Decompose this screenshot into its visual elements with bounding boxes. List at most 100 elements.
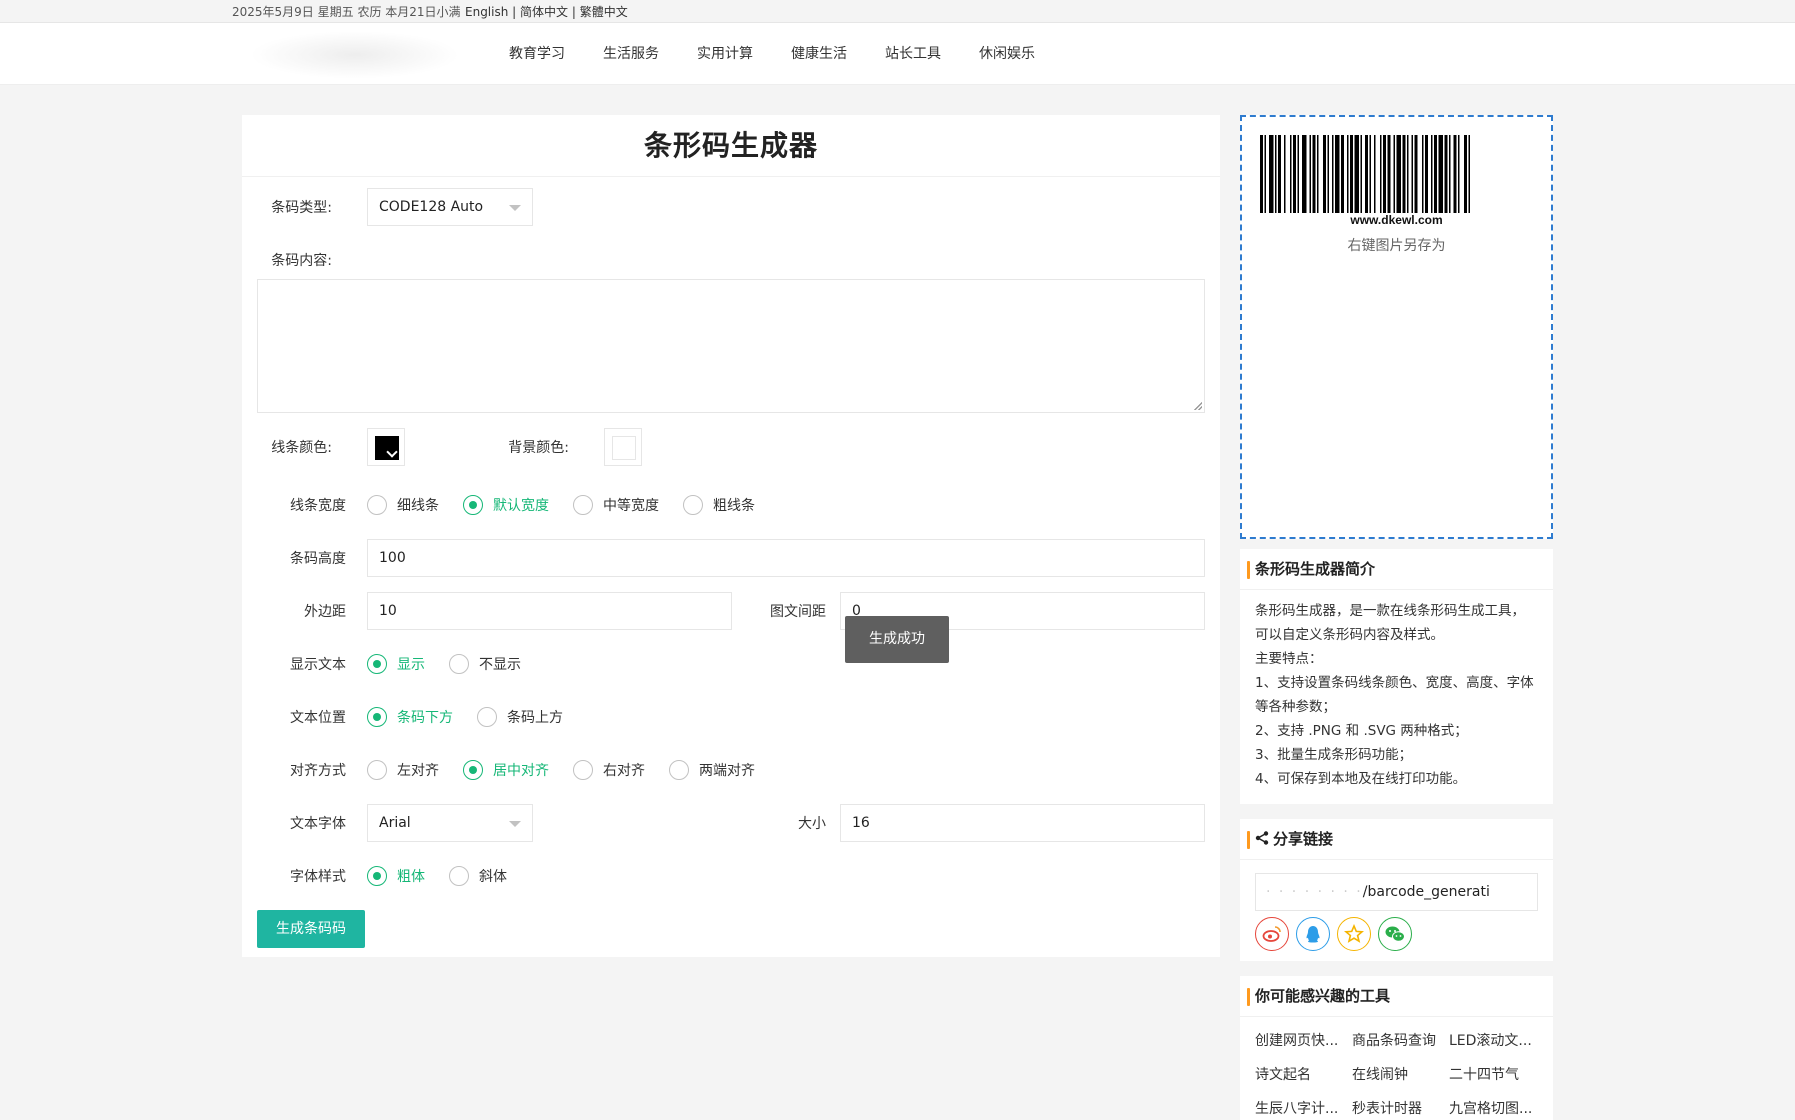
radio-align-right[interactable]: 右对齐 <box>573 760 645 780</box>
top-info-bar: 2025年5月9日 星期五 农历 本月21日小满 English | 简体中文 … <box>0 0 1795 23</box>
tool-link[interactable]: LED滚动文... <box>1449 1030 1545 1052</box>
nav-item-entertainment[interactable]: 休闲娱乐 <box>960 23 1054 85</box>
align-radio-group: 左对齐 居中对齐 右对齐 两端对齐 <box>367 760 779 780</box>
bg-color-picker[interactable] <box>604 428 642 466</box>
text-position-label: 文本位置 <box>290 710 346 726</box>
radio-circle-icon <box>683 495 703 515</box>
radio-label: 斜体 <box>479 869 507 885</box>
blurred-url-prefix: · · · · · · · · <box>1266 884 1363 900</box>
page-title: 条形码生成器 <box>242 115 1220 177</box>
barcode-bar <box>1387 135 1391 213</box>
lang-simplified-link[interactable]: 简体中文 <box>520 5 568 19</box>
chevron-down-icon <box>386 446 398 458</box>
show-text-radio-group: 显示 不显示 <box>367 654 545 674</box>
radio-text-above[interactable]: 条码上方 <box>477 707 563 727</box>
tool-link[interactable]: 二十四节气 <box>1449 1064 1545 1086</box>
barcode-preview-panel: www.dkewl.com 右键图片另存为 <box>1240 115 1553 539</box>
save-hint-text: 右键图片另存为 <box>1347 238 1446 254</box>
radio-circle-icon <box>573 495 593 515</box>
radio-width-thick[interactable]: 粗线条 <box>683 495 755 515</box>
nav-item-life-services[interactable]: 生活服务 <box>584 23 678 85</box>
radio-bold[interactable]: 粗体 <box>367 866 425 886</box>
share-url-input[interactable]: · · · · · · · ·/barcode_generati <box>1255 873 1538 911</box>
radio-circle-icon <box>367 866 387 886</box>
barcode-type-select[interactable]: CODE128 Auto <box>367 188 533 226</box>
margin-label: 外边距 <box>304 604 346 620</box>
font-select[interactable]: Arial <box>367 804 533 842</box>
height-label: 条码高度 <box>290 551 346 567</box>
tool-link[interactable]: 秒表计时器 <box>1352 1098 1449 1120</box>
barcode-content-textarea[interactable] <box>257 279 1205 413</box>
barcode-height-input[interactable]: 100 <box>367 539 1205 577</box>
wechat-icon[interactable] <box>1378 917 1412 951</box>
lang-english-link[interactable]: English <box>465 5 508 19</box>
barcode-bar <box>1393 135 1395 213</box>
radio-width-default[interactable]: 默认宽度 <box>463 495 549 515</box>
barcode-bar <box>1297 135 1299 213</box>
radio-label: 显示 <box>397 657 425 673</box>
margin-input[interactable]: 10 <box>367 592 732 630</box>
related-heading: 你可能感兴趣的工具 <box>1240 976 1553 1017</box>
radio-align-justify[interactable]: 两端对齐 <box>669 760 755 780</box>
site-logo[interactable] <box>250 31 460 79</box>
radio-circle-icon <box>449 654 469 674</box>
barcode-bar <box>1260 135 1263 213</box>
intro-heading: 条形码生成器简介 <box>1240 549 1553 590</box>
font-size-input[interactable]: 16 <box>840 804 1205 842</box>
radio-text-below[interactable]: 条码下方 <box>367 707 453 727</box>
tool-link[interactable]: 商品条码查询 <box>1352 1030 1449 1052</box>
tool-link[interactable]: 在线闹钟 <box>1352 1064 1449 1086</box>
barcode-caption: www.dkewl.com <box>1350 213 1443 227</box>
nav-item-calculators[interactable]: 实用计算 <box>678 23 772 85</box>
qzone-icon[interactable] <box>1337 917 1371 951</box>
barcode-bar <box>1290 135 1292 213</box>
section-bar-icon <box>1247 831 1250 849</box>
radio-circle-icon <box>367 707 387 727</box>
radio-width-medium[interactable]: 中等宽度 <box>573 495 659 515</box>
generate-barcode-button[interactable]: 生成条码码 <box>257 910 365 948</box>
radio-circle-icon <box>669 760 689 780</box>
weibo-icon[interactable] <box>1255 917 1289 951</box>
barcode-bar <box>1383 135 1386 213</box>
nav-item-webmaster-tools[interactable]: 站长工具 <box>866 23 960 85</box>
barcode-bar <box>1341 135 1344 213</box>
nav-item-health[interactable]: 健康生活 <box>772 23 866 85</box>
radio-label: 细线条 <box>397 498 439 514</box>
barcode-bar <box>1407 135 1409 213</box>
barcode-bar <box>1332 135 1334 213</box>
radio-circle-icon <box>477 707 497 727</box>
tool-link[interactable]: 生辰八字计... <box>1255 1098 1352 1120</box>
line-color-label: 线条颜色: <box>271 440 332 456</box>
nav-item-education[interactable]: 教育学习 <box>490 23 584 85</box>
font-style-label: 字体样式 <box>290 869 346 885</box>
barcode-bar <box>1414 135 1418 213</box>
radio-italic[interactable]: 斜体 <box>449 866 507 886</box>
radio-align-left[interactable]: 左对齐 <box>367 760 439 780</box>
barcode-bar <box>1264 135 1266 213</box>
resize-handle-icon[interactable] <box>1194 402 1202 410</box>
tool-link[interactable]: 九宫格切图... <box>1449 1098 1545 1120</box>
lang-separator: | <box>508 5 521 19</box>
barcode-bar <box>1434 135 1437 213</box>
font-size-label: 大小 <box>798 816 826 832</box>
radio-hide-text[interactable]: 不显示 <box>449 654 521 674</box>
radio-show-text[interactable]: 显示 <box>367 654 425 674</box>
radio-align-center[interactable]: 居中对齐 <box>463 760 549 780</box>
lang-traditional-link[interactable]: 繁體中文 <box>580 5 628 19</box>
line-color-picker[interactable] <box>367 428 405 466</box>
share-card: 分享链接 · · · · · · · ·/barcode_generati <box>1240 819 1553 961</box>
tool-link[interactable]: 创建网页快... <box>1255 1030 1352 1052</box>
barcode-image[interactable] <box>1260 135 1535 215</box>
radio-width-thin[interactable]: 细线条 <box>367 495 439 515</box>
barcode-bar <box>1323 135 1326 213</box>
radio-label: 粗线条 <box>713 498 755 514</box>
radio-label: 默认宽度 <box>493 498 549 514</box>
qq-icon[interactable] <box>1296 917 1330 951</box>
share-title: 分享链接 <box>1273 830 1334 848</box>
barcode-bar <box>1327 135 1329 213</box>
barcode-bar <box>1396 135 1401 213</box>
lang-separator: | <box>568 5 580 19</box>
barcode-bar <box>1360 135 1362 213</box>
content-label: 条码内容: <box>271 253 332 269</box>
tool-link[interactable]: 诗文起名 <box>1255 1064 1352 1086</box>
